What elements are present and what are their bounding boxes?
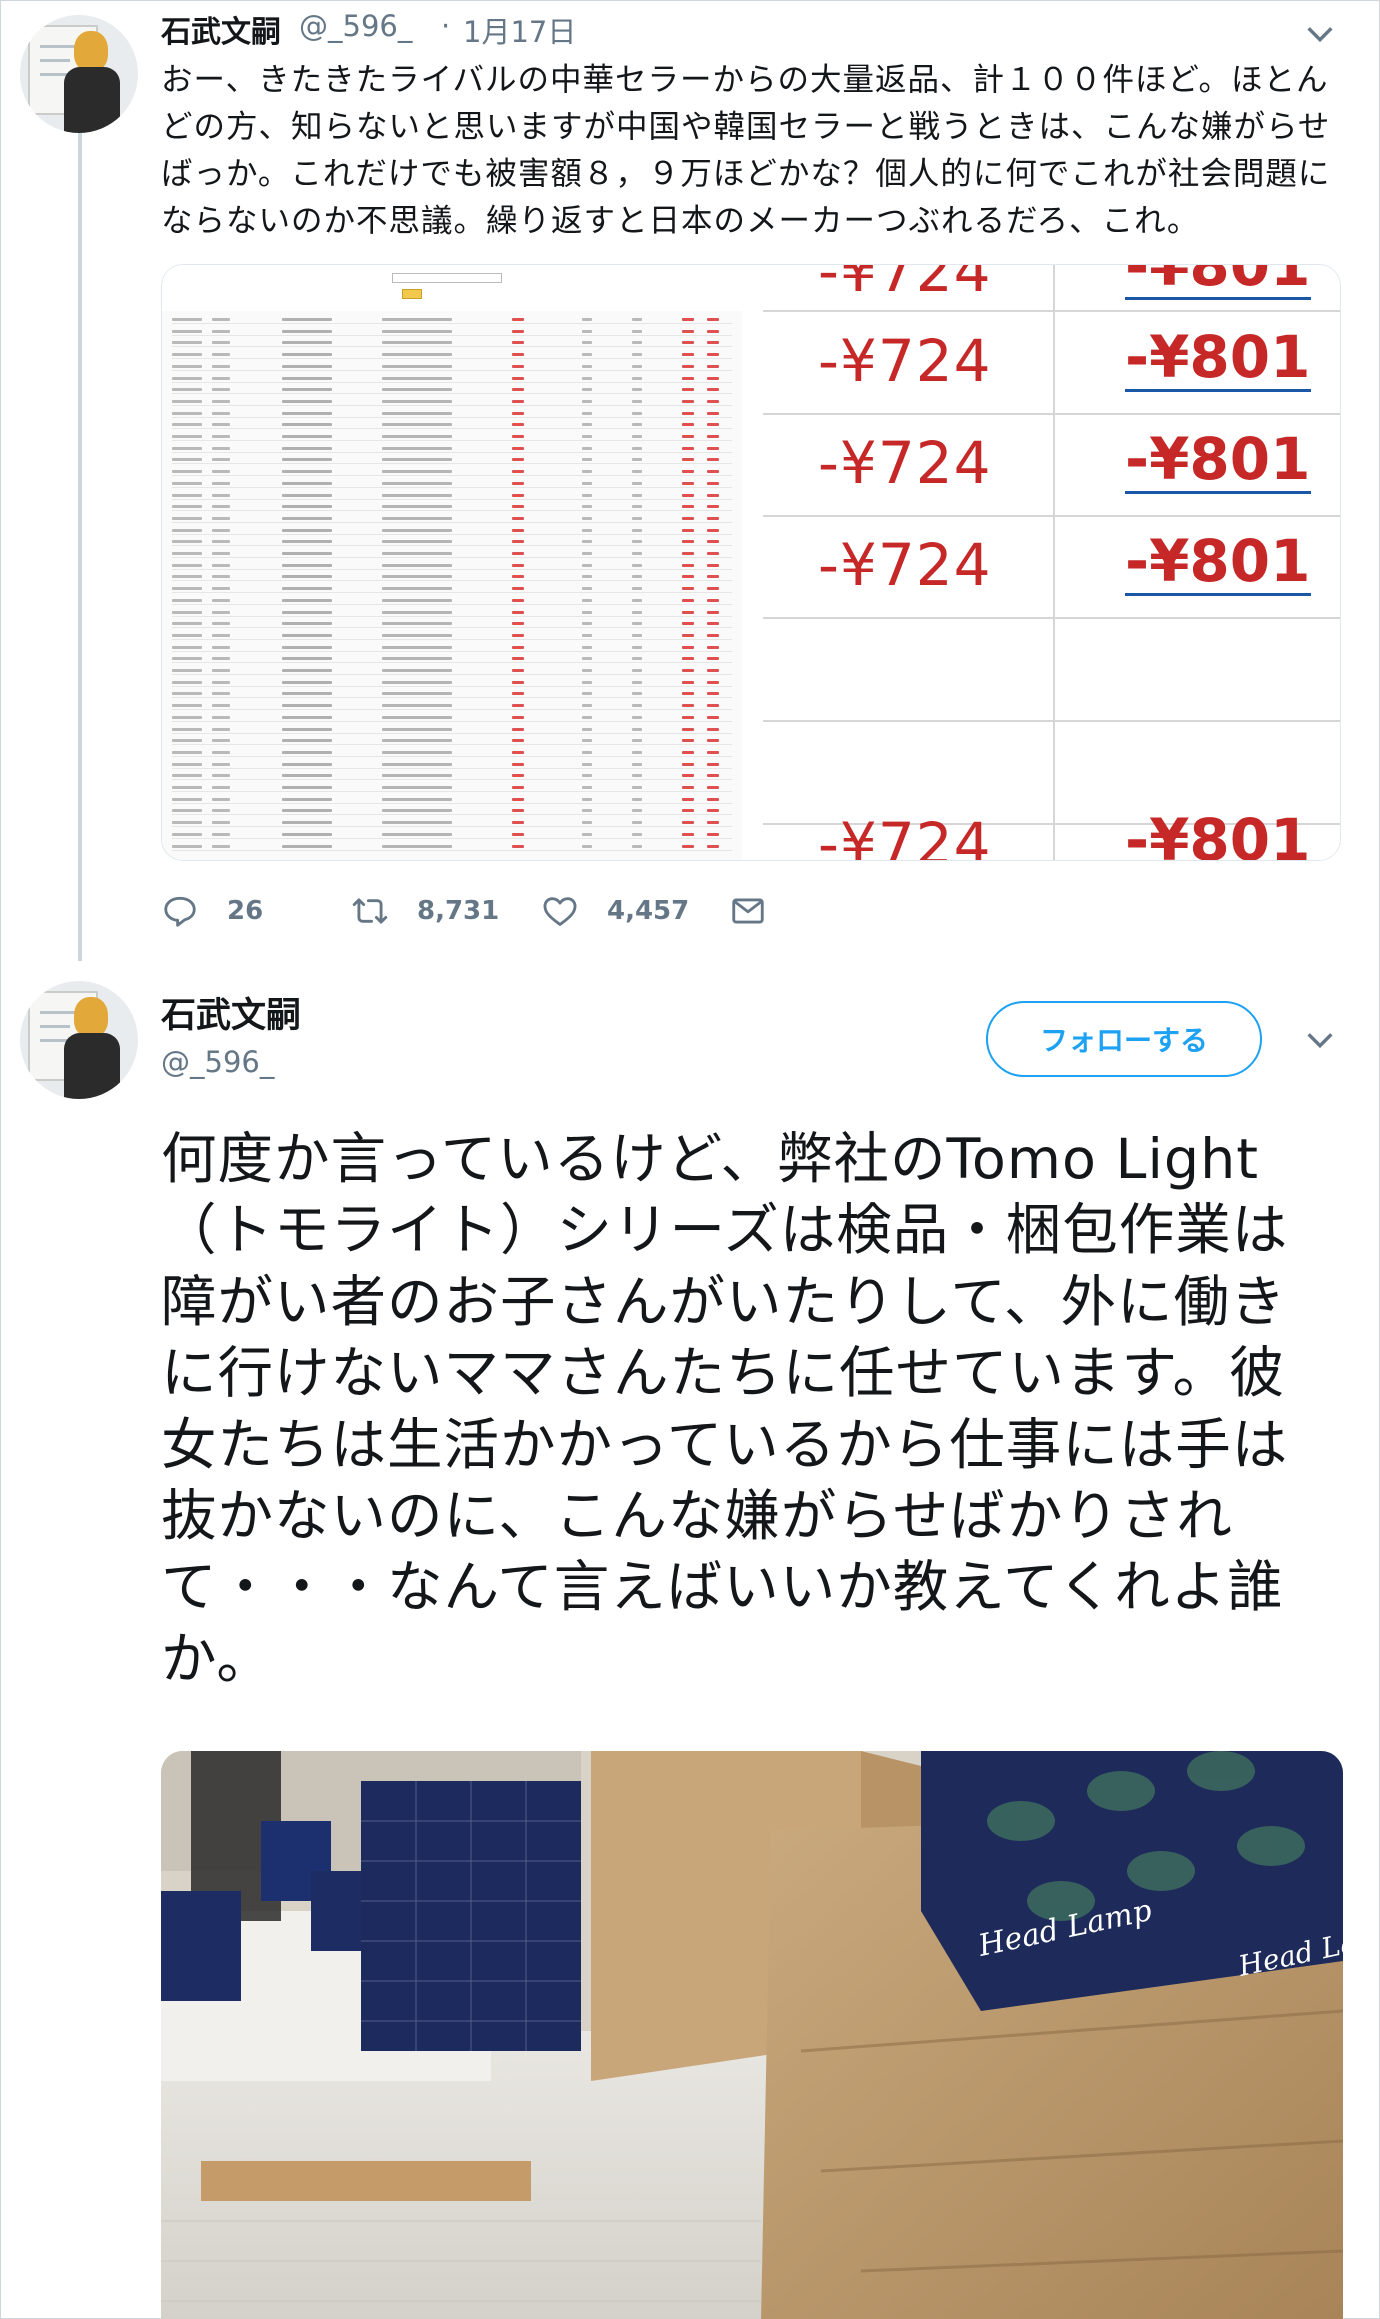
- packing-room-photo[interactable]: Head Lamp Head Lamp: [161, 1751, 1343, 2319]
- reply-button[interactable]: 26: [161, 886, 263, 936]
- refund-amount: -¥724: [818, 810, 992, 861]
- heart-icon: [543, 897, 577, 926]
- retweet-button[interactable]: 8,731: [351, 886, 499, 936]
- photo-scene: Head Lamp Head Lamp: [161, 1751, 1343, 2319]
- tweet-text: おー、きたきたライバルの中華セラーからの大量返品、計１００件ほど。ほとんどの方、…: [161, 62, 1331, 239]
- tweet-text: 何度か言っているけど、弊社のTomo Light（トモライト）シリーズは検品・梱…: [161, 1127, 1289, 1692]
- user-handle[interactable]: @_596_: [299, 9, 412, 43]
- refund-amount: -¥724: [818, 264, 992, 305]
- like-count: 4,457: [607, 896, 690, 926]
- avatar[interactable]: [20, 15, 138, 133]
- screenshot-frame: 石武文嗣 @_596_ · 1月17日 おー、きたきたライバルの中華セラーからの…: [0, 0, 1380, 2319]
- returns-report-image[interactable]: [162, 265, 742, 860]
- refund-total: -¥801: [1125, 527, 1311, 596]
- refund-total: -¥801: [1125, 808, 1311, 860]
- dot-separator: ·: [441, 9, 451, 43]
- tweet-date[interactable]: 1月17日: [463, 9, 576, 51]
- envelope-icon: [732, 898, 764, 924]
- refund-amount: -¥724: [818, 531, 992, 599]
- tweet-actions: 26 8,731 4,457: [161, 886, 921, 936]
- like-button[interactable]: 4,457: [541, 886, 689, 936]
- thread-connector: [78, 131, 82, 961]
- retweet-count: 8,731: [417, 896, 500, 926]
- reply-count: 26: [227, 896, 264, 926]
- refund-amount: -¥724: [818, 429, 992, 497]
- refund-total: -¥801: [1125, 425, 1311, 494]
- reply-icon: [164, 896, 196, 927]
- retweet-icon: [352, 898, 388, 924]
- user-handle[interactable]: @_596_: [161, 1045, 274, 1079]
- refund-total: -¥801: [1125, 323, 1311, 392]
- chevron-down-icon[interactable]: [1303, 1023, 1337, 1057]
- chevron-down-icon[interactable]: [1303, 17, 1337, 51]
- tweet-media-grid[interactable]: -¥724 -¥801 -¥724 -¥801 -¥724 -¥801 -¥72…: [161, 264, 1341, 861]
- direct-message-button[interactable]: [729, 886, 795, 936]
- display-name[interactable]: 石武文嗣: [161, 7, 281, 51]
- refund-amount: -¥724: [818, 327, 992, 395]
- display-name[interactable]: 石武文嗣: [161, 987, 301, 1038]
- follow-button[interactable]: フォローする: [986, 1001, 1262, 1077]
- avatar[interactable]: [20, 981, 138, 1099]
- zoomed-price-image[interactable]: -¥724 -¥801 -¥724 -¥801 -¥724 -¥801 -¥72…: [763, 264, 1340, 861]
- refund-total: -¥801: [1125, 265, 1311, 300]
